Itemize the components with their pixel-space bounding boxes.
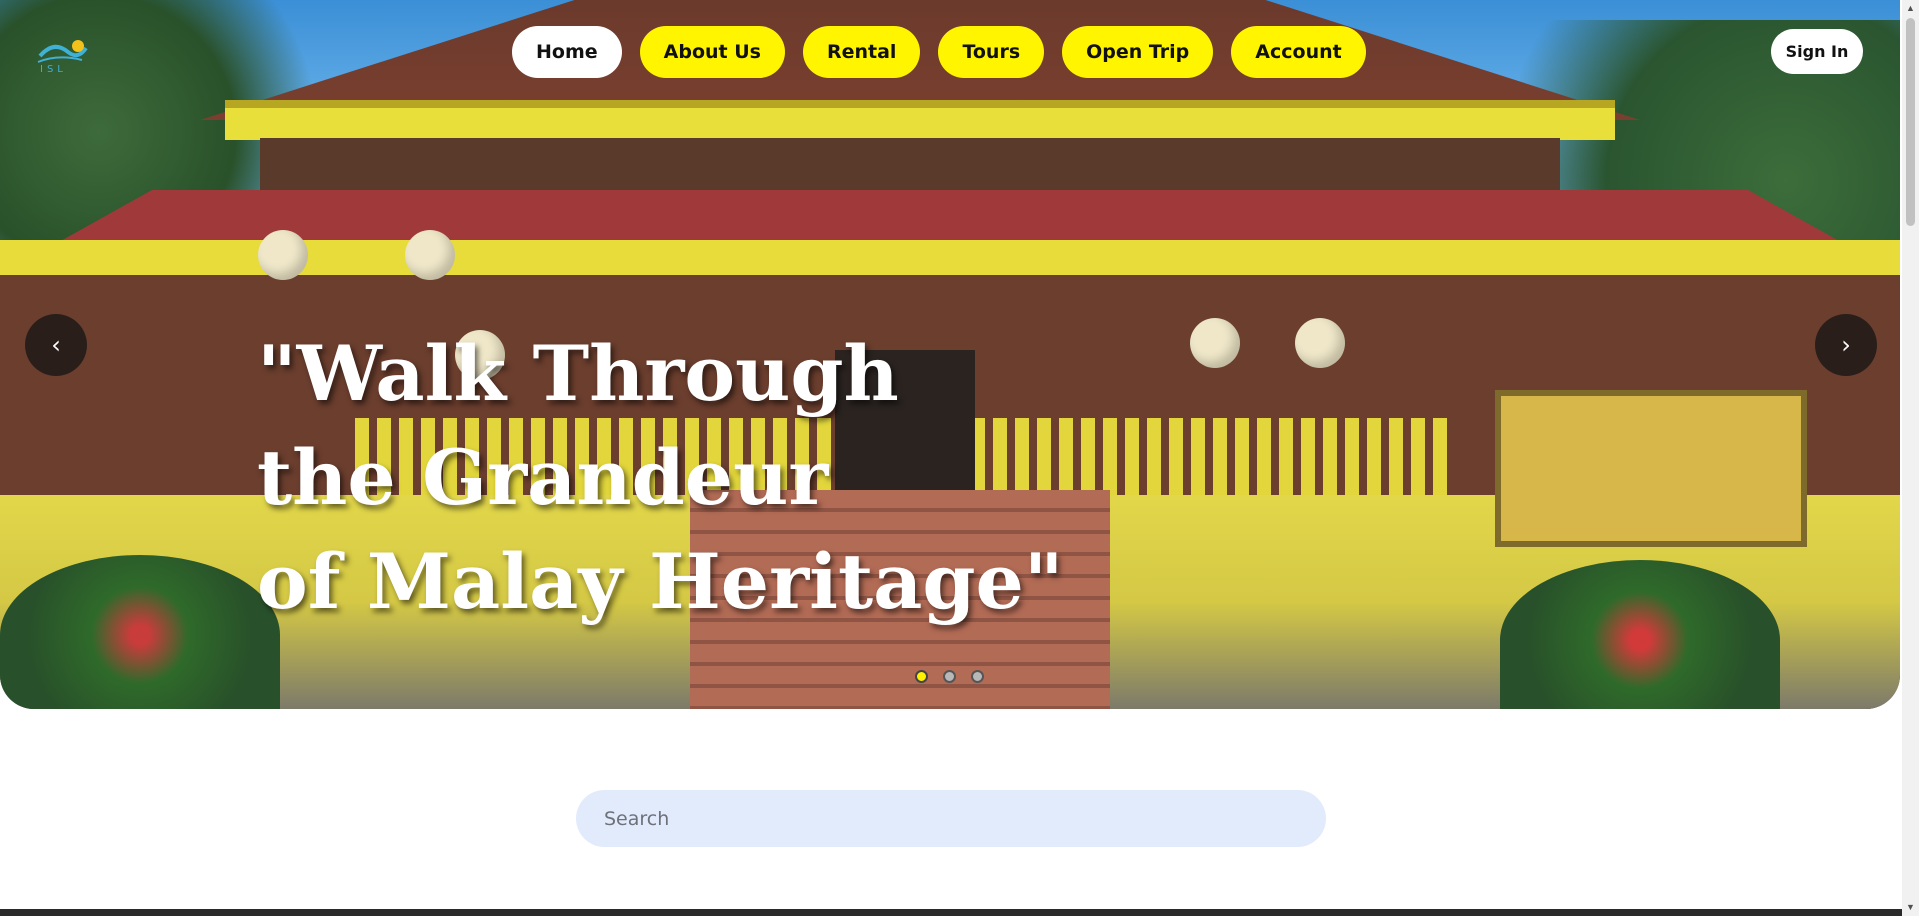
nav-home[interactable]: Home <box>512 26 622 78</box>
carousel-dot[interactable] <box>943 670 956 683</box>
brand-logo-text: ISL <box>40 64 67 75</box>
bottom-edge <box>0 909 1902 916</box>
nav-account[interactable]: Account <box>1231 26 1366 78</box>
hero-image-bush-right <box>1500 560 1780 709</box>
nav-open-trip[interactable]: Open Trip <box>1062 26 1214 78</box>
hero-headline: "Walk Through the Grandeur of Malay Heri… <box>257 322 1077 634</box>
scrollbar-thumb[interactable] <box>1906 18 1915 226</box>
search-bar <box>576 790 1326 847</box>
carousel-dot[interactable] <box>971 670 984 683</box>
chevron-left-icon: ‹ <box>51 331 61 359</box>
scroll-down-icon[interactable]: ▼ <box>1905 902 1916 913</box>
hero-image-lamp <box>1190 318 1240 368</box>
scroll-up-icon[interactable]: ▲ <box>1905 3 1916 14</box>
hero-headline-line: "Walk Through <box>257 329 899 418</box>
hero-image-lamp <box>258 230 308 280</box>
hero-image-lamp <box>405 230 455 280</box>
hero-headline-line: the Grandeur <box>257 433 829 522</box>
search-input[interactable] <box>576 790 1326 847</box>
nav-tours[interactable]: Tours <box>938 26 1045 78</box>
hero-image-roof-trim <box>225 100 1615 140</box>
hero-headline-line: of Malay Heritage" <box>257 537 1064 626</box>
hero-image-signboard <box>1495 390 1807 547</box>
chevron-right-icon: › <box>1841 331 1851 359</box>
hero-image-bush-left <box>0 555 280 709</box>
hero-image-lamp <box>1295 318 1345 368</box>
carousel-next-button[interactable]: › <box>1815 314 1877 376</box>
main-nav: Home About Us Rental Tours Open Trip Acc… <box>512 26 1366 78</box>
carousel-dot[interactable] <box>915 670 928 683</box>
nav-about-us[interactable]: About Us <box>639 26 785 78</box>
carousel-prev-button[interactable]: ‹ <box>25 314 87 376</box>
sign-in-button[interactable]: Sign In <box>1771 29 1863 74</box>
carousel-indicators <box>915 670 984 683</box>
nav-rental[interactable]: Rental <box>802 26 921 78</box>
